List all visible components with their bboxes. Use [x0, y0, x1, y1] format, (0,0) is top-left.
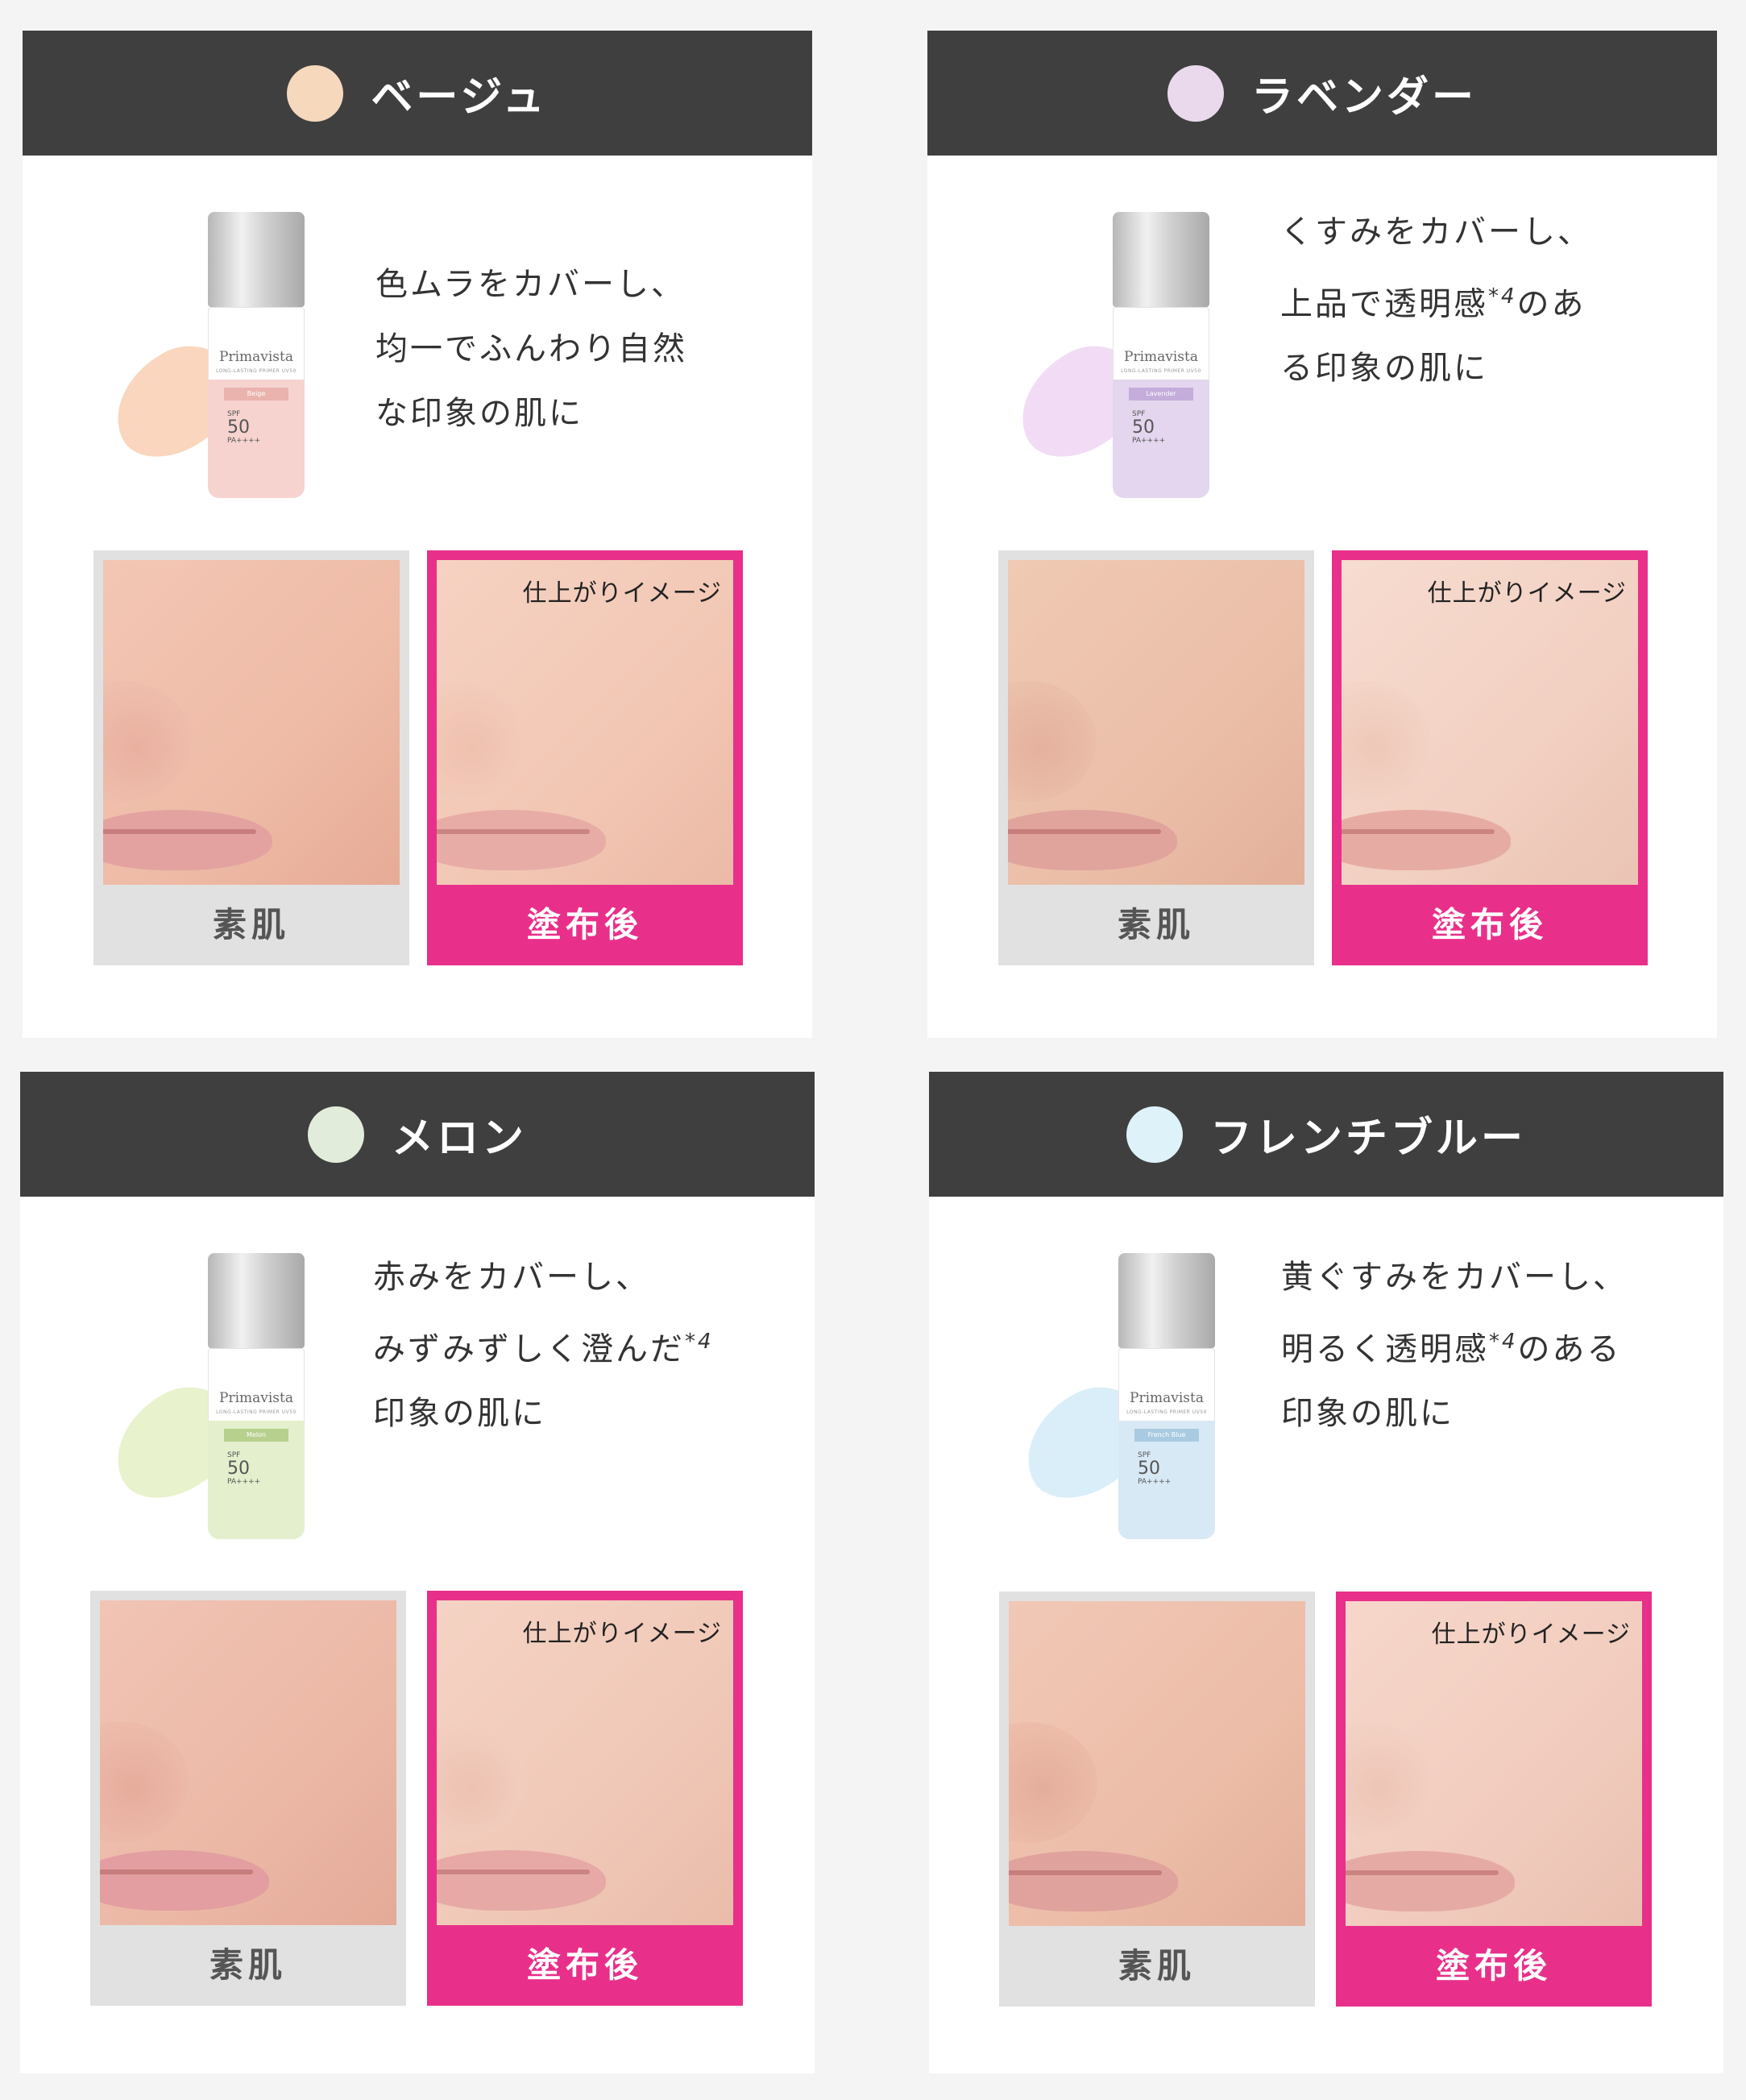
card-title: メロン: [391, 1114, 527, 1163]
bottle: Primavista LONG-LASTING PRIMER UV50 Fren…: [1118, 1253, 1215, 1539]
finish-image-caption: 仕上がりイメージ: [1431, 1621, 1631, 1649]
card-header: フレンチブルー: [929, 1072, 1723, 1197]
finish-image-caption: 仕上がりイメージ: [1427, 579, 1627, 608]
finish-image-caption: 仕上がりイメージ: [522, 1620, 722, 1648]
before-label: 素肌: [1118, 1946, 1196, 1986]
product-image: Primavista LONG-LASTING PRIMER UV50 Beig…: [96, 212, 313, 502]
shade-card-french-blue: フレンチブルー Primavista LONG-LASTING PRIMER U…: [929, 1072, 1723, 2073]
bottle-cap: [208, 212, 305, 307]
applied-skin-photo: 仕上がりイメージ: [437, 560, 733, 885]
description: 色ムラをカバーし、 均一でふんわり自然 な印象の肌に: [375, 266, 687, 432]
after-photo: 仕上がりイメージ 塗布後: [1332, 550, 1648, 965]
footnote-marker: *4: [1489, 1330, 1518, 1354]
card-title: ベージュ: [371, 73, 548, 122]
before-photo: 素肌: [93, 550, 409, 965]
after-label: 塗布後: [1431, 905, 1548, 944]
product-line: LONG-LASTING PRIMER UV50: [1121, 368, 1201, 374]
before-label: 素肌: [212, 905, 290, 944]
card-header: ベージュ: [23, 31, 812, 156]
footnote-marker: *4: [1488, 284, 1517, 309]
after-label: 塗布後: [1435, 1946, 1552, 1986]
spf-label: SPF 50 PA++++: [227, 410, 261, 445]
after-photo: 仕上がりイメージ 塗布後: [1336, 1592, 1652, 2007]
brand-name: Primavista: [1124, 349, 1198, 365]
color-swatch: [307, 1106, 364, 1163]
shade-tag: Beige: [224, 388, 288, 400]
before-photo: 素肌: [999, 1592, 1315, 2007]
after-photo: 仕上がりイメージ 塗布後: [427, 550, 743, 965]
after-label: 塗布後: [526, 905, 643, 944]
bottle-cap: [1113, 212, 1209, 307]
shade-tag: French Blue: [1134, 1429, 1199, 1442]
before-photo: 素肌: [998, 550, 1314, 965]
footnote-marker: *4: [685, 1330, 714, 1354]
brand-name: Primavista: [1130, 1390, 1204, 1406]
before-label: 素肌: [209, 1945, 287, 1985]
bare-skin-photo: [1009, 1601, 1305, 1926]
card-title: ラベンダー: [1250, 73, 1477, 122]
product-line: LONG-LASTING PRIMER UV50: [1126, 1409, 1207, 1415]
applied-skin-photo: 仕上がりイメージ: [437, 1600, 733, 1925]
description: くすみをカバーし、 上品で透明感*4のあ る印象の肌に: [1280, 214, 1592, 388]
product-image: Primavista LONG-LASTING PRIMER UV50 Melo…: [96, 1253, 313, 1543]
shade-card-melon: メロン Primavista LONG-LASTING PRIMER UV50 …: [20, 1072, 815, 2073]
color-swatch: [287, 64, 344, 122]
shade-card-lavender: ラベンダー Primavista LONG-LASTING PRIMER UV5…: [927, 31, 1717, 1038]
product-image: Primavista LONG-LASTING PRIMER UV50 Fren…: [1006, 1253, 1223, 1543]
card-title: フレンチブルー: [1209, 1114, 1526, 1163]
card-header: メロン: [20, 1072, 815, 1197]
spf-label: SPF 50 PA++++: [227, 1451, 261, 1486]
shade-card-beige: ベージュ Primavista LONG-LASTING PRIMER UV50…: [23, 31, 812, 1038]
after-photo: 仕上がりイメージ 塗布後: [427, 1591, 743, 2006]
bottle-body: Primavista LONG-LASTING PRIMER UV50 Lave…: [1113, 307, 1209, 498]
before-photo: 素肌: [90, 1591, 406, 2006]
color-swatch: [1167, 64, 1224, 122]
bottle: Primavista LONG-LASTING PRIMER UV50 Lave…: [1113, 212, 1209, 498]
bottle-cap: [1118, 1253, 1215, 1348]
applied-skin-photo: 仕上がりイメージ: [1342, 560, 1638, 885]
bottle-body: Primavista LONG-LASTING PRIMER UV50 Fren…: [1118, 1348, 1215, 1539]
after-label: 塗布後: [526, 1945, 643, 1985]
spf-label: SPF 50 PA++++: [1132, 410, 1166, 445]
bare-skin-photo: [1008, 560, 1304, 885]
description: 赤みをカバーし、 みずみずしく澄んだ*4 印象の肌に: [373, 1259, 714, 1433]
bottle: Primavista LONG-LASTING PRIMER UV50 Melo…: [208, 1253, 305, 1539]
before-label: 素肌: [1117, 905, 1195, 944]
bottle: Primavista LONG-LASTING PRIMER UV50 Beig…: [208, 212, 305, 498]
bottle-body: Primavista LONG-LASTING PRIMER UV50 Melo…: [208, 1348, 305, 1539]
shade-tag: Lavender: [1129, 388, 1193, 400]
finish-image-caption: 仕上がりイメージ: [522, 579, 722, 608]
bare-skin-photo: [100, 1600, 396, 1925]
product-line: LONG-LASTING PRIMER UV50: [216, 368, 297, 374]
color-swatch: [1126, 1106, 1183, 1163]
product-line: LONG-LASTING PRIMER UV50: [216, 1409, 297, 1415]
bare-skin-photo: [103, 560, 400, 885]
shade-tag: Melon: [224, 1429, 288, 1442]
card-header: ラベンダー: [927, 31, 1717, 156]
product-image: Primavista LONG-LASTING PRIMER UV50 Lave…: [1001, 212, 1217, 502]
brand-name: Primavista: [219, 1390, 293, 1406]
spf-label: SPF 50 PA++++: [1138, 1451, 1172, 1486]
brand-name: Primavista: [219, 349, 293, 365]
description: 黄ぐすみをカバーし、 明るく透明感*4のある 印象の肌に: [1281, 1259, 1628, 1433]
applied-skin-photo: 仕上がりイメージ: [1346, 1601, 1642, 1926]
bottle-cap: [208, 1253, 305, 1348]
bottle-body: Primavista LONG-LASTING PRIMER UV50 Beig…: [208, 307, 305, 498]
